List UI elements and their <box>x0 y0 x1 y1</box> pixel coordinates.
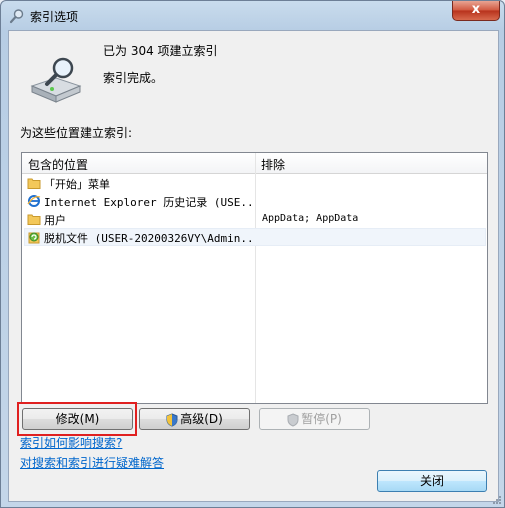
title-bar[interactable]: 索引选项 x <box>1 1 504 31</box>
advanced-button[interactable]: 高级(D) <box>139 408 250 430</box>
internet-explorer-icon <box>27 195 41 207</box>
uac-shield-icon <box>287 412 299 427</box>
list-item[interactable]: Internet Explorer 历史记录 (USE... <box>25 193 485 210</box>
close-icon: x <box>471 2 481 17</box>
list-item[interactable]: 用户 AppData; AppData <box>25 211 485 228</box>
uac-shield-icon <box>166 412 178 427</box>
location-name: 脱机文件 (USER-20200326VY\Admin... <box>44 232 254 245</box>
folder-icon <box>27 214 41 225</box>
modify-button[interactable]: 修改(M) <box>22 408 133 430</box>
folder-icon <box>27 178 41 189</box>
indexing-options-window: 索引选项 x 已为 304 项建立索引 索引完成。 为这些位置建立索引: 包含的… <box>0 0 505 508</box>
close-window-button[interactable]: x <box>452 1 500 21</box>
dialog-body: 已为 304 项建立索引 索引完成。 为这些位置建立索引: 包含的位置 排除 「… <box>8 30 499 502</box>
advanced-button-label: 高级(D) <box>180 412 223 426</box>
location-name: Internet Explorer 历史记录 (USE... <box>44 196 254 209</box>
location-name: 用户 <box>44 214 66 227</box>
indexing-status-text: 索引完成。 <box>103 71 164 85</box>
pause-button: 暂停(P) <box>259 408 370 430</box>
exclusion-value: AppData; AppData <box>262 213 359 224</box>
indexed-locations-list[interactable]: 包含的位置 排除 「开始」菜单 Internet Explorer 历史记录 (… <box>21 152 488 404</box>
list-item[interactable]: 「开始」菜单 <box>25 175 485 192</box>
resize-grip-icon[interactable] <box>492 495 502 505</box>
column-header-included[interactable]: 包含的位置 <box>28 156 88 173</box>
troubleshoot-search-link[interactable]: 对搜索和索引进行疑难解答 <box>20 454 164 471</box>
indexing-drive-icon <box>30 57 82 103</box>
list-item[interactable]: 脱机文件 (USER-20200326VY\Admin... <box>24 228 486 246</box>
close-button[interactable]: 关闭 <box>377 470 487 492</box>
magnifier-icon <box>9 9 24 24</box>
locations-label: 为这些位置建立索引: <box>20 126 133 140</box>
window-title: 索引选项 <box>30 10 79 24</box>
indexed-count-text: 已为 304 项建立索引 <box>103 44 218 58</box>
column-header-excluded[interactable]: 排除 <box>261 156 285 173</box>
pause-button-label: 暂停(P) <box>301 412 342 426</box>
location-name: 「开始」菜单 <box>44 178 110 191</box>
offline-files-icon <box>28 232 40 244</box>
how-indexing-affects-search-link[interactable]: 索引如何影响搜索? <box>20 434 122 451</box>
